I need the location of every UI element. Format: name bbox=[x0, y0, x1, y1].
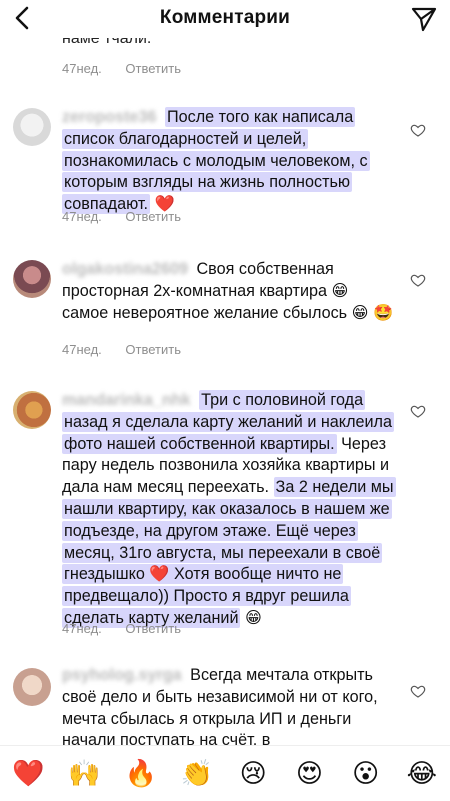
username[interactable]: olgakostina2609 bbox=[62, 260, 188, 278]
emoji-crying-button[interactable]: 😢 bbox=[233, 759, 273, 789]
highlighted-text: За 2 недели мы нашли квартиру, как оказа… bbox=[62, 477, 396, 628]
comment-body-text: 😁 bbox=[240, 608, 262, 627]
username[interactable]: mandarinka_nhk bbox=[62, 391, 191, 409]
comment-text: zeroposte36 После того как написала спис… bbox=[62, 107, 397, 216]
comments-feed[interactable]: наме тчали. 47нед. Ответить zeroposte36 … bbox=[0, 0, 450, 745]
heart-outline-icon[interactable] bbox=[410, 122, 426, 138]
header: Комментарии bbox=[0, 0, 450, 38]
comment-age: 47нед. bbox=[62, 61, 102, 76]
comment-meta: 47нед. Ответить bbox=[62, 621, 181, 636]
heart-outline-icon[interactable] bbox=[410, 272, 426, 288]
avatar[interactable] bbox=[13, 668, 51, 706]
page-title: Комментарии bbox=[159, 7, 291, 28]
avatar[interactable] bbox=[13, 391, 51, 429]
username[interactable]: zeroposte36 bbox=[62, 108, 156, 126]
comment-age: 47нед. bbox=[62, 621, 102, 636]
comment-meta: 47нед. Ответить bbox=[62, 342, 181, 357]
emoji-surprised-button[interactable]: 😮 bbox=[346, 759, 386, 789]
emoji-laughing-button[interactable]: 😂 bbox=[402, 759, 442, 789]
comment-age: 47нед. bbox=[62, 209, 102, 224]
emoji-reaction-bar: ❤️ 🙌 🔥 👏 😢 😍 😮 😂 bbox=[0, 745, 450, 801]
reply-button[interactable]: Ответить bbox=[125, 61, 181, 76]
avatar[interactable] bbox=[13, 108, 51, 146]
heart-outline-icon[interactable] bbox=[410, 403, 426, 419]
comment-text: mandarinka_nhk Три с половиной года наза… bbox=[62, 390, 397, 630]
username[interactable]: psyholog.syrga bbox=[62, 666, 182, 684]
emoji-clapping-button[interactable]: 👏 bbox=[177, 759, 217, 789]
emoji-raised-hands-button[interactable]: 🙌 bbox=[64, 759, 104, 789]
emoji-heart-button[interactable]: ❤️ bbox=[8, 759, 48, 789]
emoji-heart-eyes-button[interactable]: 😍 bbox=[289, 759, 329, 789]
emoji-fire-button[interactable]: 🔥 bbox=[121, 759, 161, 789]
reply-button[interactable]: Ответить bbox=[125, 342, 181, 357]
avatar[interactable] bbox=[13, 260, 51, 298]
comment-meta: 47нед. Ответить bbox=[62, 61, 181, 76]
comment-age: 47нед. bbox=[62, 342, 102, 357]
comment-text: psyholog.syrga Всегда мечтала открыть св… bbox=[62, 665, 397, 745]
comment-text: olgakostina2609 Своя собственная простор… bbox=[62, 259, 397, 324]
reply-button[interactable]: Ответить bbox=[125, 621, 181, 636]
reply-button[interactable]: Ответить bbox=[125, 209, 181, 224]
paper-plane-icon[interactable] bbox=[410, 5, 438, 33]
heart-outline-icon[interactable] bbox=[410, 683, 426, 699]
comment-meta: 47нед. Ответить bbox=[62, 209, 181, 224]
